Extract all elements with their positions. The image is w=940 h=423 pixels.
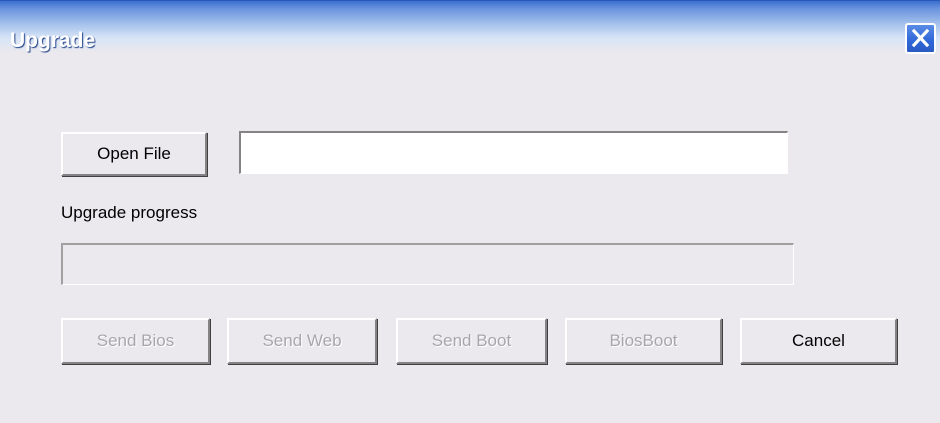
window-title: Upgrade bbox=[10, 29, 96, 52]
send-bios-button[interactable]: Send Bios bbox=[61, 318, 210, 364]
send-boot-button[interactable]: Send Boot bbox=[396, 318, 547, 364]
close-icon bbox=[911, 28, 930, 48]
file-path-input[interactable] bbox=[239, 131, 788, 174]
upgrade-progress-label: Upgrade progress bbox=[61, 203, 198, 222]
close-button[interactable] bbox=[905, 23, 936, 54]
upgrade-progress-bar bbox=[61, 243, 794, 285]
send-web-button[interactable]: Send Web bbox=[227, 318, 377, 364]
open-file-button[interactable]: Open File bbox=[61, 132, 207, 176]
cancel-button[interactable]: Cancel bbox=[740, 318, 897, 364]
upgrade-dialog: Upgrade Open File Upgrade progress Send … bbox=[0, 0, 940, 423]
title-bar[interactable]: Upgrade bbox=[0, 0, 940, 81]
biosboot-button[interactable]: BiosBoot bbox=[565, 318, 722, 364]
